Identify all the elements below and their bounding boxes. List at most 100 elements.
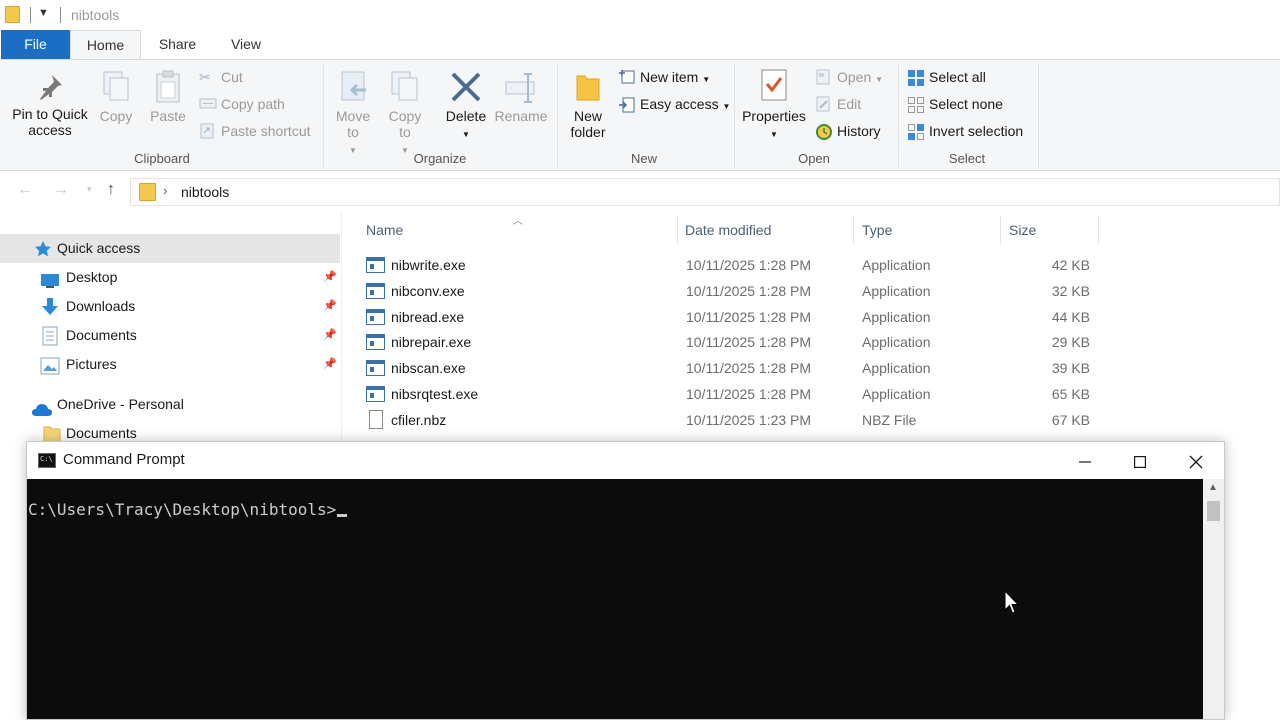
column-divider[interactable]: [1098, 215, 1099, 245]
back-arrow-icon[interactable]: ←: [17, 181, 33, 199]
file-date: 10/11/2025 1:28 PM: [686, 309, 812, 325]
command-prompt-title-bar[interactable]: Command Prompt: [27, 442, 1224, 479]
file-row[interactable]: nibconv.exe 10/11/2025 1:28 PM Applicati…: [361, 278, 1121, 304]
chevron-down-icon: ▼: [462, 130, 470, 139]
file-row[interactable]: nibscan.exe 10/11/2025 1:28 PM Applicati…: [361, 355, 1121, 381]
new-item-icon: [619, 70, 635, 84]
group-separator: [557, 64, 558, 168]
properties-button[interactable]: Properties ▼: [740, 68, 808, 143]
open-icon: [816, 69, 830, 85]
nav-item-quick-access[interactable]: Quick access: [0, 234, 340, 263]
maximize-button[interactable]: [1112, 442, 1168, 479]
minimize-button[interactable]: [1057, 442, 1113, 479]
file-type: Application: [862, 309, 931, 325]
folder-icon: [139, 183, 156, 201]
pin-to-quick-access-button[interactable]: Pin to Quick access: [8, 72, 92, 138]
address-bar[interactable]: › nibtools: [130, 178, 1280, 206]
delete-label: Delete: [445, 108, 487, 124]
new-folder-button[interactable]: New folder: [566, 70, 610, 140]
move-to-button[interactable]: Move to ▼: [333, 70, 373, 159]
file-type: Application: [862, 283, 931, 299]
easy-access-label: Easy access: [640, 96, 719, 112]
up-arrow-icon[interactable]: ↑: [107, 181, 115, 199]
new-item-label: New item: [640, 69, 699, 85]
easy-access-icon: [619, 97, 635, 113]
file-row[interactable]: cfiler.nbz 10/11/2025 1:23 PM NBZ File 6…: [361, 407, 1121, 433]
file-size: 44 KB: [1051, 309, 1090, 325]
select-all-label: Select all: [929, 69, 986, 85]
scrollbar-thumb[interactable]: [1207, 501, 1220, 521]
file-row[interactable]: nibrepair.exe 10/11/2025 1:28 PM Applica…: [361, 329, 1121, 355]
maximize-icon: [1134, 455, 1147, 468]
ribbon: Pin to Quick access Copy Paste ✂ Cut Cop…: [0, 59, 1280, 171]
column-header-type[interactable]: Type: [862, 222, 892, 238]
pin-icon[interactable]: 📌: [323, 263, 337, 292]
chevron-down-icon: ▼: [702, 75, 711, 84]
nav-item-downloads[interactable]: Downloads 📌: [0, 292, 340, 321]
tab-home[interactable]: Home: [70, 30, 141, 60]
column-header-size[interactable]: Size: [1009, 222, 1036, 238]
copy-button[interactable]: Copy: [96, 70, 136, 124]
column-divider[interactable]: [1000, 215, 1001, 245]
command-prompt-window[interactable]: Command Prompt C:\Users\Tracy\Desktop\ni…: [26, 441, 1225, 720]
pictures-icon: [40, 356, 60, 385]
close-button[interactable]: [1168, 442, 1224, 479]
sort-ascending-icon: ︿: [513, 216, 523, 227]
command-prompt-title: Command Prompt: [63, 451, 185, 468]
tab-view[interactable]: View: [221, 30, 271, 59]
file-type: Application: [862, 257, 931, 273]
rename-icon: [505, 73, 535, 103]
group-separator: [323, 64, 324, 168]
file-date: 10/11/2025 1:28 PM: [686, 386, 812, 402]
title-separator: [60, 7, 61, 23]
quick-access-toolbar-dropdown-icon[interactable]: ▼: [38, 7, 49, 19]
pin-icon[interactable]: 📌: [323, 292, 337, 321]
nav-item-label: Quick access: [57, 240, 141, 256]
rename-button[interactable]: Rename: [494, 70, 548, 124]
column-header-name[interactable]: Name: [366, 222, 403, 238]
breadcrumb-nibtools[interactable]: nibtools: [181, 184, 229, 200]
pin-icon[interactable]: 📌: [323, 321, 337, 350]
paste-button[interactable]: Paste: [148, 70, 188, 124]
file-name: nibscan.exe: [391, 360, 466, 376]
tab-file[interactable]: File: [1, 30, 70, 59]
console-output[interactable]: C:\Users\Tracy\Desktop\nibtools>: [27, 479, 1203, 719]
copy-path-label: Copy path: [221, 96, 285, 112]
tab-share[interactable]: Share: [150, 30, 205, 59]
paste-shortcut-icon: [200, 123, 214, 139]
column-header-date-modified[interactable]: Date modified: [685, 222, 771, 238]
pin-to-quick-access-label: Pin to Quick access: [12, 106, 88, 138]
pin-icon[interactable]: 📌: [323, 350, 337, 379]
breadcrumb-chevron-icon[interactable]: ›: [163, 183, 167, 198]
nav-item-onedrive[interactable]: OneDrive - Personal: [0, 390, 340, 419]
chevron-down-icon: ▼: [722, 102, 731, 111]
forward-arrow-icon[interactable]: →: [53, 181, 69, 199]
nav-item-label: Desktop: [66, 269, 118, 285]
folder-icon: [5, 6, 20, 23]
minimize-icon: [1079, 460, 1091, 463]
copy-to-button[interactable]: Copy to ▼: [385, 70, 425, 159]
file-row[interactable]: nibsrqtest.exe 10/11/2025 1:28 PM Applic…: [361, 381, 1121, 407]
copy-to-icon: [391, 71, 418, 101]
column-divider[interactable]: [677, 215, 678, 245]
file-name: nibconv.exe: [391, 283, 465, 299]
new-folder-label: New folder: [570, 108, 606, 140]
application-icon: [366, 283, 385, 299]
delete-button[interactable]: Delete ▼: [443, 70, 489, 143]
nav-item-documents[interactable]: Documents 📌: [0, 321, 340, 350]
file-row[interactable]: nibread.exe 10/11/2025 1:28 PM Applicati…: [361, 304, 1121, 330]
file-date: 10/11/2025 1:28 PM: [686, 360, 812, 376]
vertical-scrollbar[interactable]: ▲: [1203, 479, 1224, 719]
file-date: 10/11/2025 1:23 PM: [686, 412, 812, 428]
chevron-down-icon: ▼: [349, 146, 357, 155]
scroll-up-arrow-icon[interactable]: ▲: [1208, 482, 1218, 493]
file-row[interactable]: nibwrite.exe 10/11/2025 1:28 PM Applicat…: [361, 252, 1121, 278]
application-icon: [366, 309, 385, 325]
file-date: 10/11/2025 1:28 PM: [686, 334, 812, 350]
organize-group-label: Organize: [413, 151, 467, 166]
column-divider[interactable]: [853, 215, 854, 245]
recent-locations-chevron-icon[interactable]: ▾: [87, 184, 92, 195]
nav-item-label: Pictures: [66, 356, 117, 372]
nav-item-pictures[interactable]: Pictures 📌: [0, 350, 340, 379]
nav-item-desktop[interactable]: Desktop 📌: [0, 263, 340, 292]
